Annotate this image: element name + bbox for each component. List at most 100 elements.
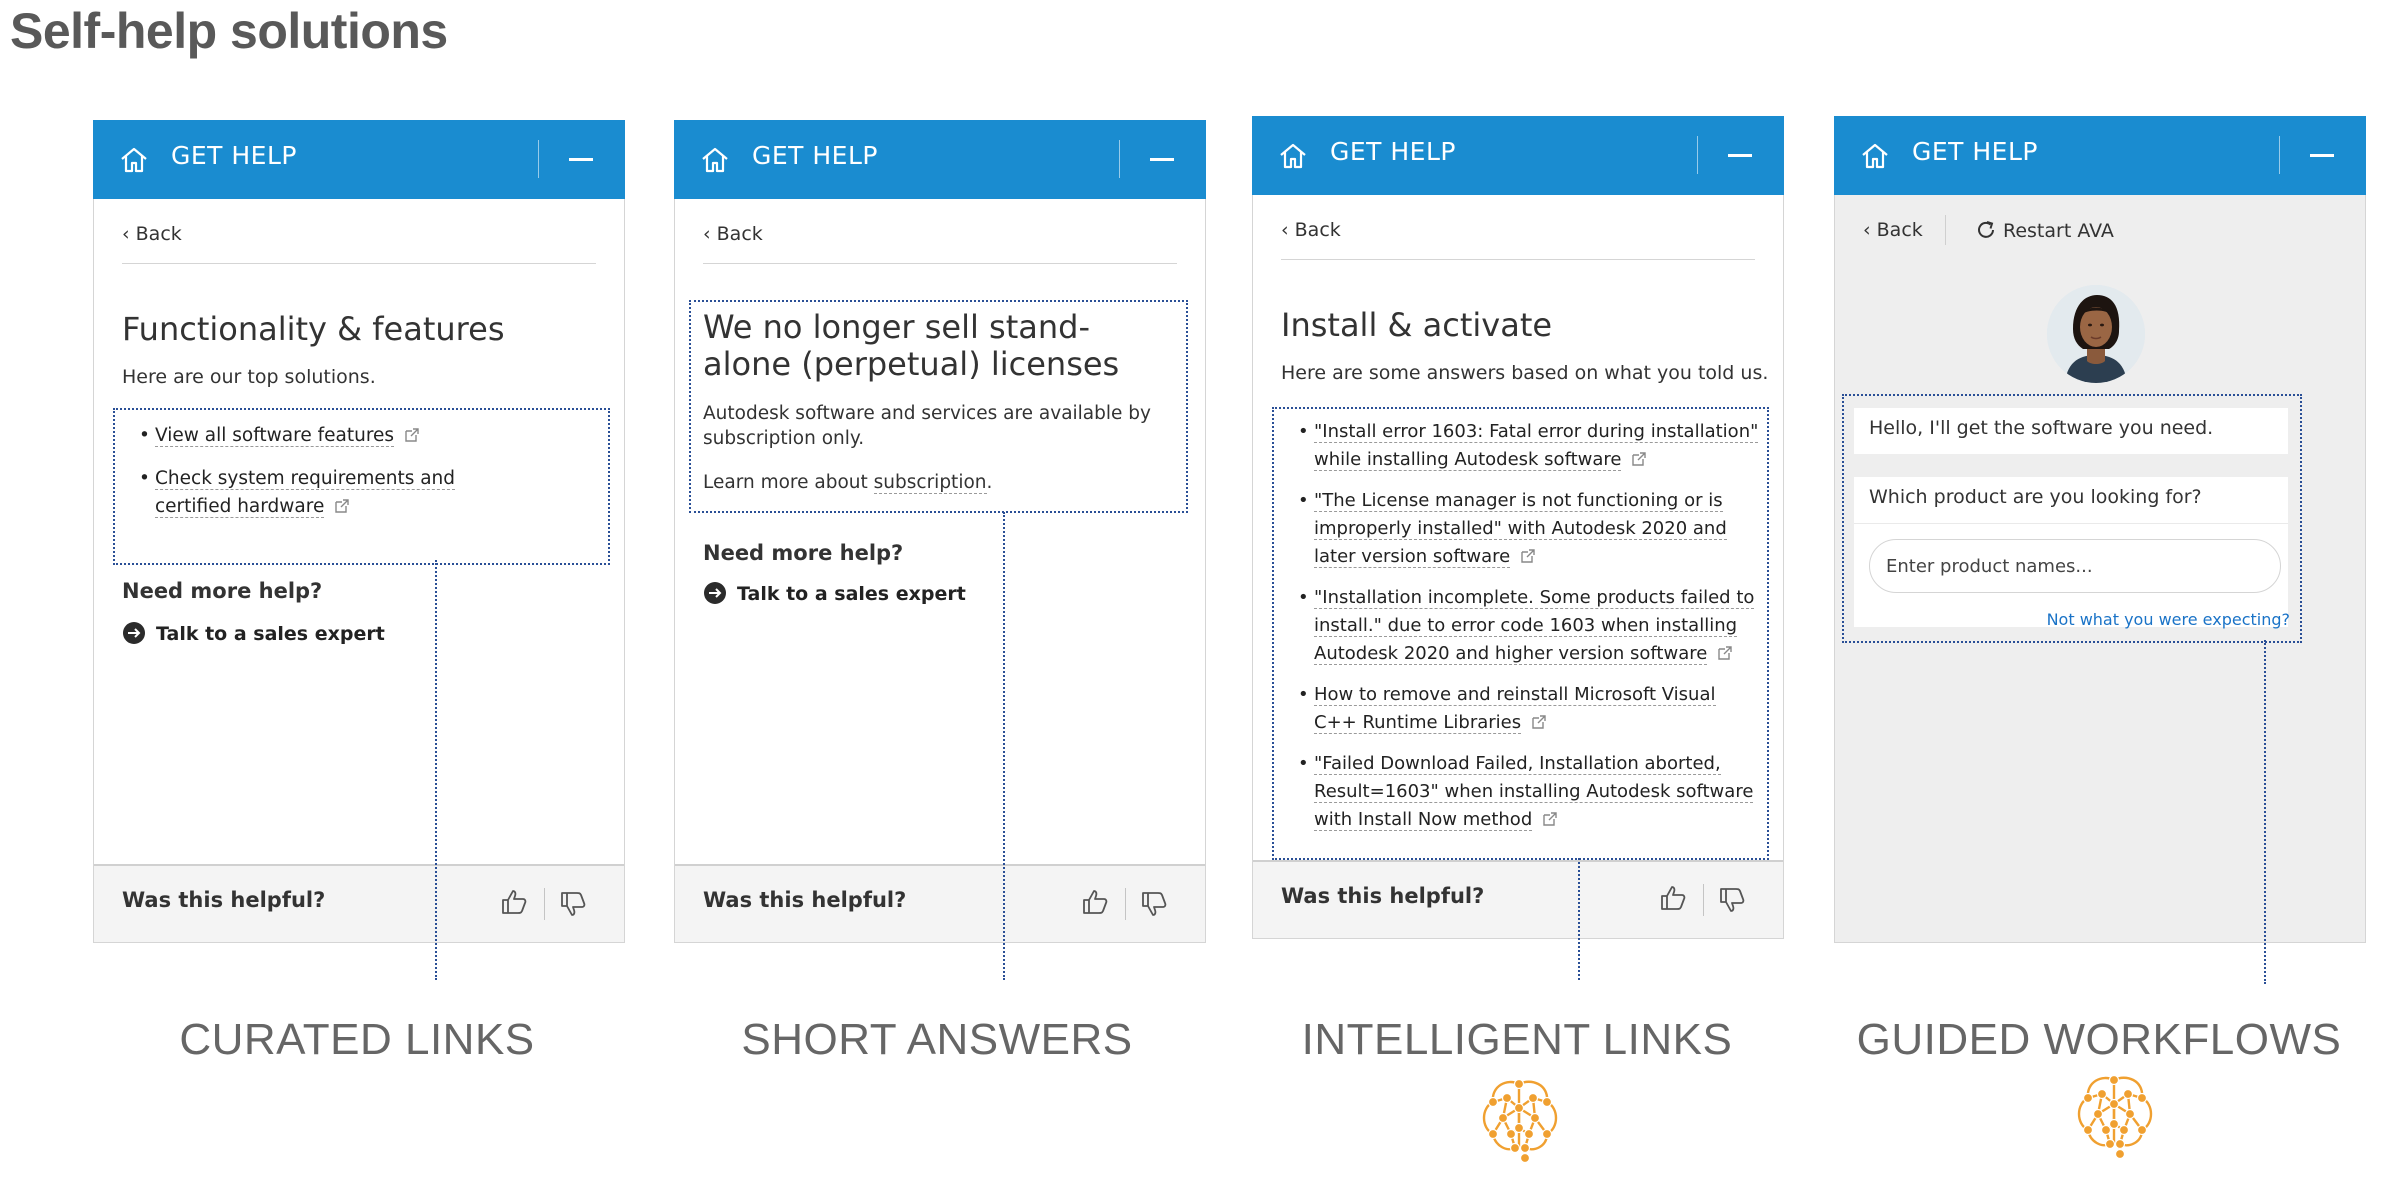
feedback-footer: Was this helpful? xyxy=(94,864,624,942)
header-title: GET HELP xyxy=(1330,137,1456,166)
feedback-divider xyxy=(544,888,545,920)
external-link-icon xyxy=(1543,812,1557,826)
back-link[interactable]: ‹ Back xyxy=(1863,219,1923,241)
thumb-up-icon[interactable] xyxy=(500,888,528,916)
list-item[interactable]: • "Failed Download Failed, Installation a… xyxy=(1274,750,1767,834)
list-item[interactable]: • Check system requirements and certified… xyxy=(115,465,535,521)
home-icon[interactable] xyxy=(1277,140,1309,172)
caption-short-answers: SHORT ANSWERS xyxy=(741,1015,1133,1064)
back-link[interactable]: ‹ Back xyxy=(703,223,763,245)
caption-intelligent-links: INTELLIGENT LINKS xyxy=(1301,1015,1733,1064)
minimize-icon[interactable] xyxy=(1150,158,1174,161)
arrow-right-circle-icon xyxy=(704,582,726,604)
talk-to-sales-link[interactable]: Talk to a sales expert xyxy=(703,581,966,605)
restart-ava-link[interactable]: Restart AVA xyxy=(1975,219,2114,242)
guided-workflows-panel: GET HELP ‹ Back Restart AVA Hello, I'll … xyxy=(1834,116,2366,943)
back-label: Back xyxy=(1294,219,1341,241)
list-item[interactable]: • How to remove and reinstall Microsoft V… xyxy=(1274,681,1767,737)
product-search-input[interactable] xyxy=(1869,539,2281,593)
back-label: Back xyxy=(1876,219,1923,241)
assistant-question-card: Which product are you looking for? xyxy=(1854,477,2288,627)
external-link-icon xyxy=(335,499,350,513)
restart-icon xyxy=(1978,221,1994,238)
link-text[interactable]: View all software features xyxy=(155,425,395,447)
back-link[interactable]: ‹ Back xyxy=(1281,219,1341,241)
feedback-divider xyxy=(1125,888,1126,920)
list-item[interactable]: • "Install error 1603: Fatal error during… xyxy=(1274,418,1767,474)
external-link-icon xyxy=(1532,715,1546,729)
back-label: Back xyxy=(716,223,763,245)
caption-curated-links: CURATED LINKS xyxy=(179,1015,535,1064)
list-item[interactable]: • "The License manager is not functioning… xyxy=(1274,487,1767,571)
more-help-heading: Need more help? xyxy=(122,579,323,603)
back-divider xyxy=(1945,215,1946,245)
talk-to-sales-link[interactable]: Talk to a sales expert xyxy=(122,621,385,645)
home-icon[interactable] xyxy=(699,144,731,176)
panel-header: GET HELP xyxy=(1252,116,1784,195)
minimize-icon[interactable] xyxy=(569,158,593,161)
more-help-heading: Need more help? xyxy=(703,541,904,565)
talk-label: Talk to a sales expert xyxy=(737,583,966,605)
connector-line xyxy=(2264,640,2266,984)
feedback-footer: Was this helpful? xyxy=(675,864,1205,942)
avatar xyxy=(2047,285,2145,383)
link-text[interactable]: "Install error 1603: Fatal error during … xyxy=(1314,421,1759,471)
thumb-down-icon[interactable] xyxy=(559,890,587,918)
home-icon[interactable] xyxy=(118,144,150,176)
header-divider xyxy=(1119,140,1120,178)
curated-links-box: • View all software features • Check syste… xyxy=(113,408,610,565)
feedback-question: Was this helpful? xyxy=(703,888,907,912)
chat-highlight-box: Hello, I'll get the software you need. W… xyxy=(1842,394,2302,643)
thumb-down-icon[interactable] xyxy=(1718,886,1746,914)
assistant-greeting: Hello, I'll get the software you need. xyxy=(1854,408,2288,454)
caption-guided-workflows: GUIDED WORKFLOWS xyxy=(1856,1015,2342,1064)
answer-body: Autodesk software and services are avail… xyxy=(703,403,1151,449)
learn-more-suffix: . xyxy=(986,472,993,493)
external-link-icon xyxy=(1632,452,1647,466)
link-text[interactable]: "Installation incomplete. Some products … xyxy=(1314,587,1755,665)
external-link-icon xyxy=(405,428,419,442)
back-row: ‹ Back xyxy=(122,223,596,264)
thumb-down-icon[interactable] xyxy=(1140,890,1168,918)
learn-more-prefix: Learn more about xyxy=(703,472,874,493)
learn-more-text: Learn more about subscription. xyxy=(703,472,993,494)
not-expected-link[interactable]: Not what you were expecting? xyxy=(2047,610,2290,629)
list-item[interactable]: • View all software features xyxy=(115,422,608,450)
intelligent-links-panel: GET HELP ‹ Back Install & activate Here … xyxy=(1252,116,1784,939)
thumb-up-icon[interactable] xyxy=(1659,884,1687,912)
connector-line xyxy=(1003,512,1005,980)
brain-network-icon xyxy=(1482,1078,1558,1164)
assistant-portrait-icon xyxy=(2047,285,2145,383)
list-item[interactable]: • "Installation incomplete. Some products… xyxy=(1274,584,1767,668)
home-icon[interactable] xyxy=(1859,140,1891,172)
short-answer-box: We no longer sell stand-alone (perpetual… xyxy=(689,300,1188,513)
thumb-up-icon[interactable] xyxy=(1081,888,1109,916)
question-divider xyxy=(1854,523,2288,524)
intelligent-links-list: • "Install error 1603: Fatal error during… xyxy=(1274,418,1767,834)
header-divider xyxy=(2279,136,2280,174)
back-link[interactable]: ‹ Back xyxy=(122,223,182,245)
back-label: Back xyxy=(135,223,182,245)
link-text[interactable]: "Failed Download Failed, Installation ab… xyxy=(1314,753,1754,831)
header-title: GET HELP xyxy=(752,141,878,170)
subscription-link[interactable]: subscription xyxy=(873,472,987,494)
short-answers-panel: GET HELP ‹ Back We no longer sell stand-… xyxy=(674,120,1206,943)
panel-header: GET HELP xyxy=(1834,116,2366,195)
panel-title: We no longer sell stand-alone (perpetual… xyxy=(703,308,1120,383)
minimize-icon[interactable] xyxy=(2310,154,2334,157)
link-text[interactable]: Check system requirements and certified … xyxy=(155,468,456,518)
intelligent-links-box: • "Install error 1603: Fatal error during… xyxy=(1272,407,1769,860)
header-title: GET HELP xyxy=(1912,137,2038,166)
minimize-icon[interactable] xyxy=(1728,154,1752,157)
panel-subtitle: Here are some answers based on what you … xyxy=(1281,362,1769,384)
external-link-icon xyxy=(1718,646,1733,660)
feedback-question: Was this helpful? xyxy=(1281,884,1485,908)
header-divider xyxy=(1697,136,1698,174)
connector-line xyxy=(1578,858,1580,980)
header-title: GET HELP xyxy=(171,141,297,170)
link-text[interactable]: How to remove and reinstall Microsoft Vi… xyxy=(1314,684,1716,734)
curated-links-panel: GET HELP ‹ Back Functionality & features… xyxy=(93,120,625,943)
panel-title: Functionality & features xyxy=(122,310,505,348)
talk-label: Talk to a sales expert xyxy=(156,623,385,645)
feedback-footer: Was this helpful? xyxy=(1253,860,1783,938)
